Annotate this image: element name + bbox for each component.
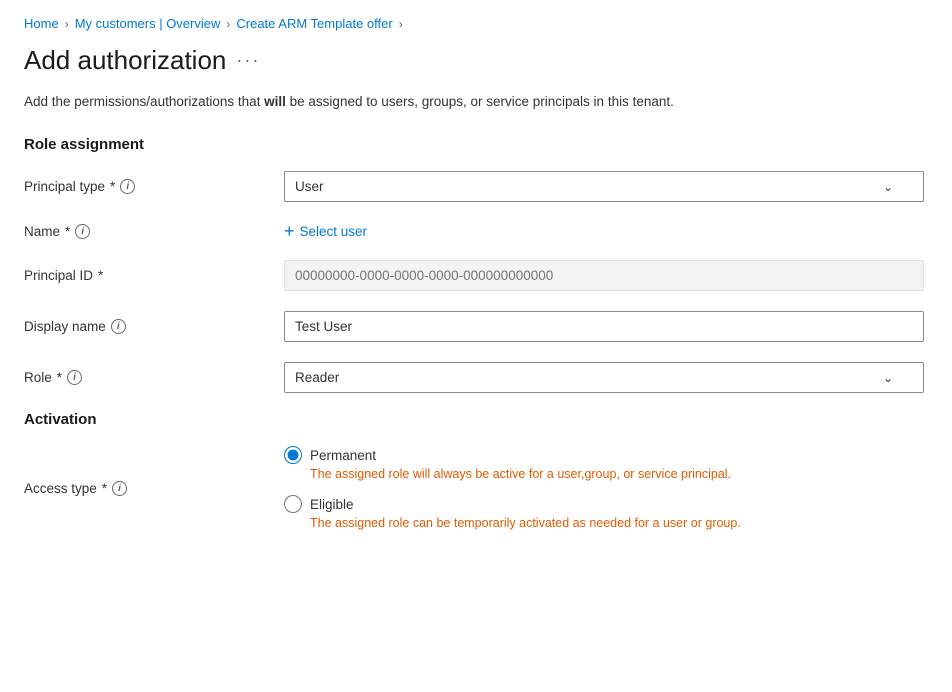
- role-assignment-section-title: Role assignment: [24, 136, 928, 153]
- breadcrumb: Home › My customers | Overview › Create …: [24, 16, 928, 31]
- radio-eligible[interactable]: [284, 495, 302, 513]
- display-name-field-wrapper: [284, 311, 924, 342]
- radio-eligible-desc: The assigned role can be temporarily act…: [310, 516, 924, 530]
- principal-type-value: User: [295, 179, 324, 194]
- principal-id-label: Principal ID *: [24, 268, 284, 283]
- select-user-label: Select user: [300, 224, 368, 239]
- name-info-icon[interactable]: i: [75, 224, 90, 239]
- role-assignment-form: Principal type * i User ⌄ Name * i + Sel…: [24, 171, 924, 393]
- role-select[interactable]: Reader ⌄: [284, 362, 924, 393]
- activation-section: Activation Access type * i Permanent The…: [24, 411, 928, 530]
- role-info-icon[interactable]: i: [67, 370, 82, 385]
- breadcrumb-sep-1: ›: [65, 17, 69, 31]
- principal-type-select-wrapper: User ⌄: [284, 171, 924, 202]
- display-name-input[interactable]: [284, 311, 924, 342]
- principal-type-select[interactable]: User ⌄: [284, 171, 924, 202]
- radio-item-permanent: Permanent The assigned role will always …: [284, 446, 924, 481]
- radio-item-eligible: Eligible The assigned role can be tempor…: [284, 495, 924, 530]
- radio-permanent-desc: The assigned role will always be active …: [310, 467, 924, 481]
- page-title-ellipsis: ···: [236, 50, 260, 71]
- role-chevron-icon: ⌄: [883, 371, 893, 385]
- activation-section-title: Activation: [24, 411, 928, 428]
- role-value: Reader: [295, 370, 339, 385]
- breadcrumb-sep-2: ›: [226, 17, 230, 31]
- radio-group-access-type: Permanent The assigned role will always …: [284, 446, 924, 530]
- activation-form: Access type * i Permanent The assigned r…: [24, 446, 924, 530]
- breadcrumb-home[interactable]: Home: [24, 16, 59, 31]
- page-title: Add authorization ···: [24, 45, 928, 76]
- radio-permanent[interactable]: [284, 446, 302, 464]
- display-name-label: Display name i: [24, 319, 284, 334]
- principal-type-info-icon[interactable]: i: [120, 179, 135, 194]
- name-field-wrapper: + Select user: [284, 222, 924, 240]
- breadcrumb-create-arm[interactable]: Create ARM Template offer: [236, 16, 392, 31]
- radio-permanent-label: Permanent: [310, 448, 376, 463]
- select-user-button[interactable]: + Select user: [284, 222, 367, 240]
- principal-type-chevron-icon: ⌄: [883, 180, 893, 194]
- page-description: Add the permissions/authorizations that …: [24, 92, 928, 112]
- page-title-text: Add authorization: [24, 45, 226, 76]
- role-select-wrapper: Reader ⌄: [284, 362, 924, 393]
- radio-eligible-label: Eligible: [310, 497, 354, 512]
- principal-type-label: Principal type * i: [24, 179, 284, 194]
- breadcrumb-my-customers[interactable]: My customers | Overview: [75, 16, 221, 31]
- display-name-info-icon[interactable]: i: [111, 319, 126, 334]
- access-type-options: Permanent The assigned role will always …: [284, 446, 924, 530]
- access-type-info-icon[interactable]: i: [112, 481, 127, 496]
- name-label: Name * i: [24, 224, 284, 239]
- access-type-label: Access type * i: [24, 481, 284, 496]
- principal-id-input[interactable]: [284, 260, 924, 291]
- plus-icon: +: [284, 222, 295, 240]
- breadcrumb-sep-3: ›: [399, 17, 403, 31]
- principal-id-field-wrapper: [284, 260, 924, 291]
- role-label: Role * i: [24, 370, 284, 385]
